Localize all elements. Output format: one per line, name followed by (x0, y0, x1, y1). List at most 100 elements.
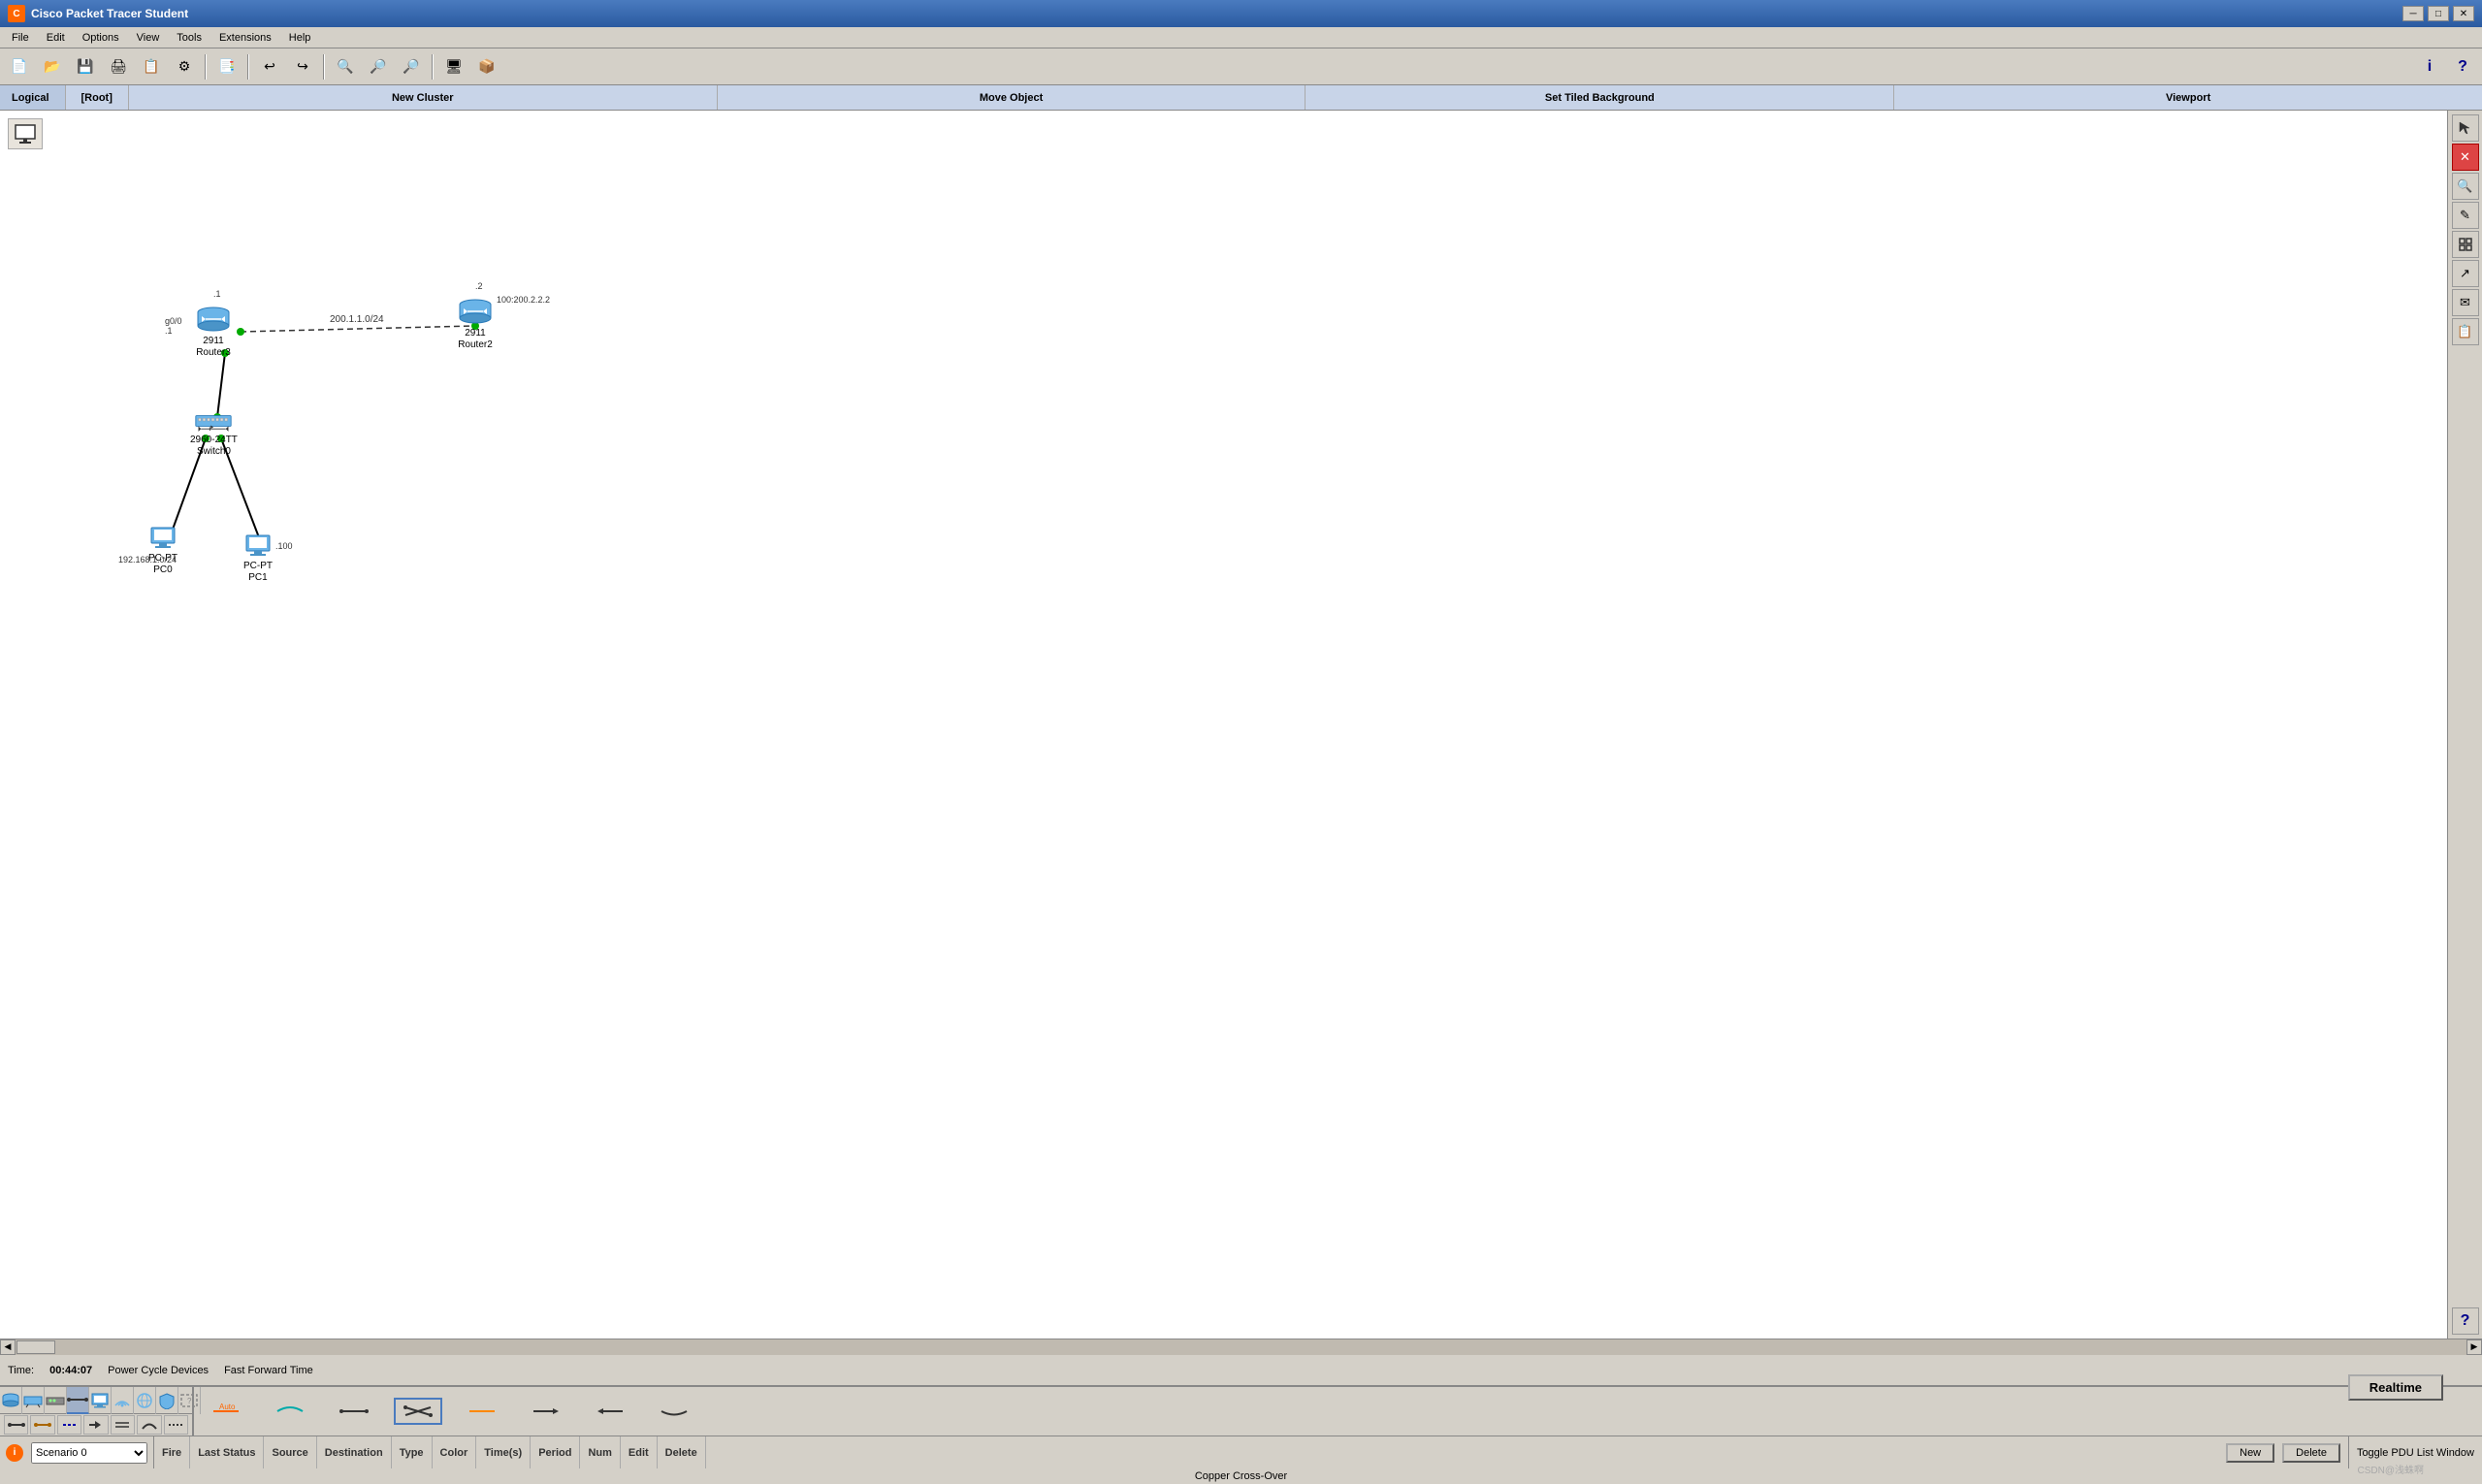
scenario-icon: i (6, 1444, 23, 1462)
pdu-col-destination: Destination (317, 1436, 392, 1468)
device-cat-hubs[interactable] (45, 1387, 67, 1414)
scenario-select[interactable]: Scenario 0 (31, 1442, 147, 1464)
device-panel: ? (0, 1385, 2482, 1436)
copy-activity-button[interactable]: 📋 (136, 52, 167, 81)
connection-serial-dce[interactable] (522, 1400, 570, 1423)
menu-options[interactable]: Options (75, 30, 127, 46)
device-cat-security[interactable] (156, 1387, 178, 1414)
router2-node[interactable]: .2 100:200.2.2.2 2911 Router2 (456, 297, 495, 351)
device-sub-cat2[interactable] (57, 1415, 81, 1435)
connection-phone[interactable] (650, 1400, 698, 1423)
menu-edit[interactable]: Edit (39, 30, 73, 46)
root-label[interactable]: [Root] (66, 85, 129, 110)
pc0-node[interactable]: 192.168.1.0/24 PC-PT PC0 (147, 526, 178, 576)
menu-extensions[interactable]: Extensions (211, 30, 279, 46)
undo-button[interactable]: ↩ (254, 52, 285, 81)
hscroll-right-btn[interactable]: ▶ (2466, 1339, 2482, 1355)
print-button[interactable]: 🖨 (103, 52, 134, 81)
cluster-tool-btn[interactable] (2452, 231, 2479, 258)
pdu-col-source: Source (264, 1436, 316, 1468)
device-panel-left: ? (0, 1387, 194, 1436)
connection-auto[interactable]: Auto (202, 1400, 250, 1423)
switch0-node[interactable]: 2960-24TT Switch0 (190, 407, 238, 458)
new-button[interactable]: 📄 (4, 52, 35, 81)
select-tool-btn[interactable] (2452, 114, 2479, 142)
move-object-btn[interactable]: Move Object (718, 85, 1306, 110)
device-sub-cat6[interactable] (164, 1415, 188, 1435)
hscroll-track[interactable] (16, 1339, 2466, 1355)
device-sub-cat4[interactable] (111, 1415, 135, 1435)
menu-file[interactable]: File (4, 30, 37, 46)
topology-svg: 200.1.1.0/24 (0, 111, 2447, 1339)
conn-dot-r3-left (237, 328, 244, 336)
menu-view[interactable]: View (129, 30, 168, 46)
device-cat-connections[interactable] (67, 1387, 89, 1414)
power-cycle-btn[interactable]: Power Cycle Devices (108, 1365, 209, 1376)
delete-tool-btn[interactable]: ✕ (2452, 144, 2479, 171)
pdu-col-period: Period (531, 1436, 580, 1468)
view-obj-button[interactable]: 🖥 (438, 52, 469, 81)
pc1-label: PC-PT PC1 (243, 561, 273, 584)
move-tool-btn[interactable]: ↗ (2452, 260, 2479, 287)
device-categories: ? (0, 1387, 192, 1414)
help-btn[interactable]: ? (2452, 1307, 2479, 1335)
fast-forward-btn[interactable]: Fast Forward Time (224, 1365, 313, 1376)
device-sub-all[interactable] (4, 1415, 28, 1435)
device-cat-routers[interactable] (0, 1387, 22, 1414)
pdu-col-laststatus: Last Status (190, 1436, 264, 1468)
inspect-button[interactable]: 🔍 (330, 52, 361, 81)
pdu-complex-tool-btn[interactable]: 📋 (2452, 318, 2479, 345)
zoom-in-button[interactable]: 🔎 (363, 52, 394, 81)
save-button[interactable]: 💾 (70, 52, 101, 81)
close-button[interactable]: ✕ (2453, 6, 2474, 21)
help-question-button[interactable]: ? (2447, 52, 2478, 81)
pdu-delete-button[interactable]: Delete (2282, 1443, 2340, 1463)
device-cat-switches[interactable] (22, 1387, 45, 1414)
pdu-new-button[interactable]: New (2226, 1443, 2274, 1463)
logical-label[interactable]: Logical (0, 85, 66, 110)
device-cat-wan[interactable] (134, 1387, 156, 1414)
open-button[interactable]: 📂 (37, 52, 68, 81)
inspect-tool-btn[interactable]: 🔍 (2452, 173, 2479, 200)
note-tool-btn[interactable]: ✎ (2452, 202, 2479, 229)
app-title: Cisco Packet Tracer Student (31, 7, 188, 20)
set-tiled-bg-btn[interactable]: Set Tiled Background (1305, 85, 1894, 110)
device-sub-cat3[interactable] (83, 1415, 108, 1435)
router3-interface-label: g0/0.1 (165, 316, 182, 336)
router3-node[interactable]: .1 g0/0.1 2911 Router3 (194, 305, 233, 359)
router3-label: 2911 Router3 (196, 336, 231, 359)
connection-console[interactable] (266, 1400, 314, 1423)
preferences-button[interactable]: ⚙ (169, 52, 200, 81)
help-info-button[interactable]: i (2414, 52, 2445, 81)
device-sub-cat5[interactable] (137, 1415, 161, 1435)
realtime-button[interactable]: Realtime (2348, 1374, 2443, 1401)
redo-button[interactable]: ↪ (287, 52, 318, 81)
pdu-col-color: Color (433, 1436, 477, 1468)
connection-serial-dte[interactable] (586, 1400, 634, 1423)
connection-copper-straight[interactable] (330, 1400, 378, 1423)
window-controls: ─ □ ✕ (2402, 6, 2474, 21)
zoom-out-button[interactable]: 🔎 (396, 52, 427, 81)
menu-tools[interactable]: Tools (169, 30, 210, 46)
viewport-btn[interactable]: Viewport (1894, 85, 2482, 110)
menu-help[interactable]: Help (281, 30, 319, 46)
hscroll-thumb[interactable] (16, 1340, 55, 1354)
router3-top-label: .1 (213, 289, 221, 299)
connection-fiber[interactable] (458, 1400, 506, 1423)
activity-button[interactable]: 📑 (211, 52, 242, 81)
statusbar: Time: 00:44:07 Power Cycle Devices Fast … (0, 1354, 2482, 1385)
canvas[interactable]: 200.1.1.0/24 .1 g0/0.1 2911 Rou (0, 111, 2447, 1339)
pc1-node[interactable]: .100 PC-PT PC1 (242, 533, 274, 584)
pdu-col-fire: Fire (154, 1436, 190, 1468)
maximize-button[interactable]: □ (2428, 6, 2449, 21)
custom-device-button[interactable]: 📦 (471, 52, 502, 81)
device-sub-cat1[interactable] (30, 1415, 54, 1435)
logical-view-icon[interactable] (8, 118, 43, 149)
pdu-tool-btn[interactable]: ✉ (2452, 289, 2479, 316)
new-cluster-btn[interactable]: New Cluster (129, 85, 718, 110)
minimize-button[interactable]: ─ (2402, 6, 2424, 21)
connection-copper-crossover[interactable] (394, 1398, 442, 1425)
device-cat-end-devices[interactable] (89, 1387, 112, 1414)
device-cat-wireless[interactable] (112, 1387, 134, 1414)
hscroll-left-btn[interactable]: ◀ (0, 1339, 16, 1355)
